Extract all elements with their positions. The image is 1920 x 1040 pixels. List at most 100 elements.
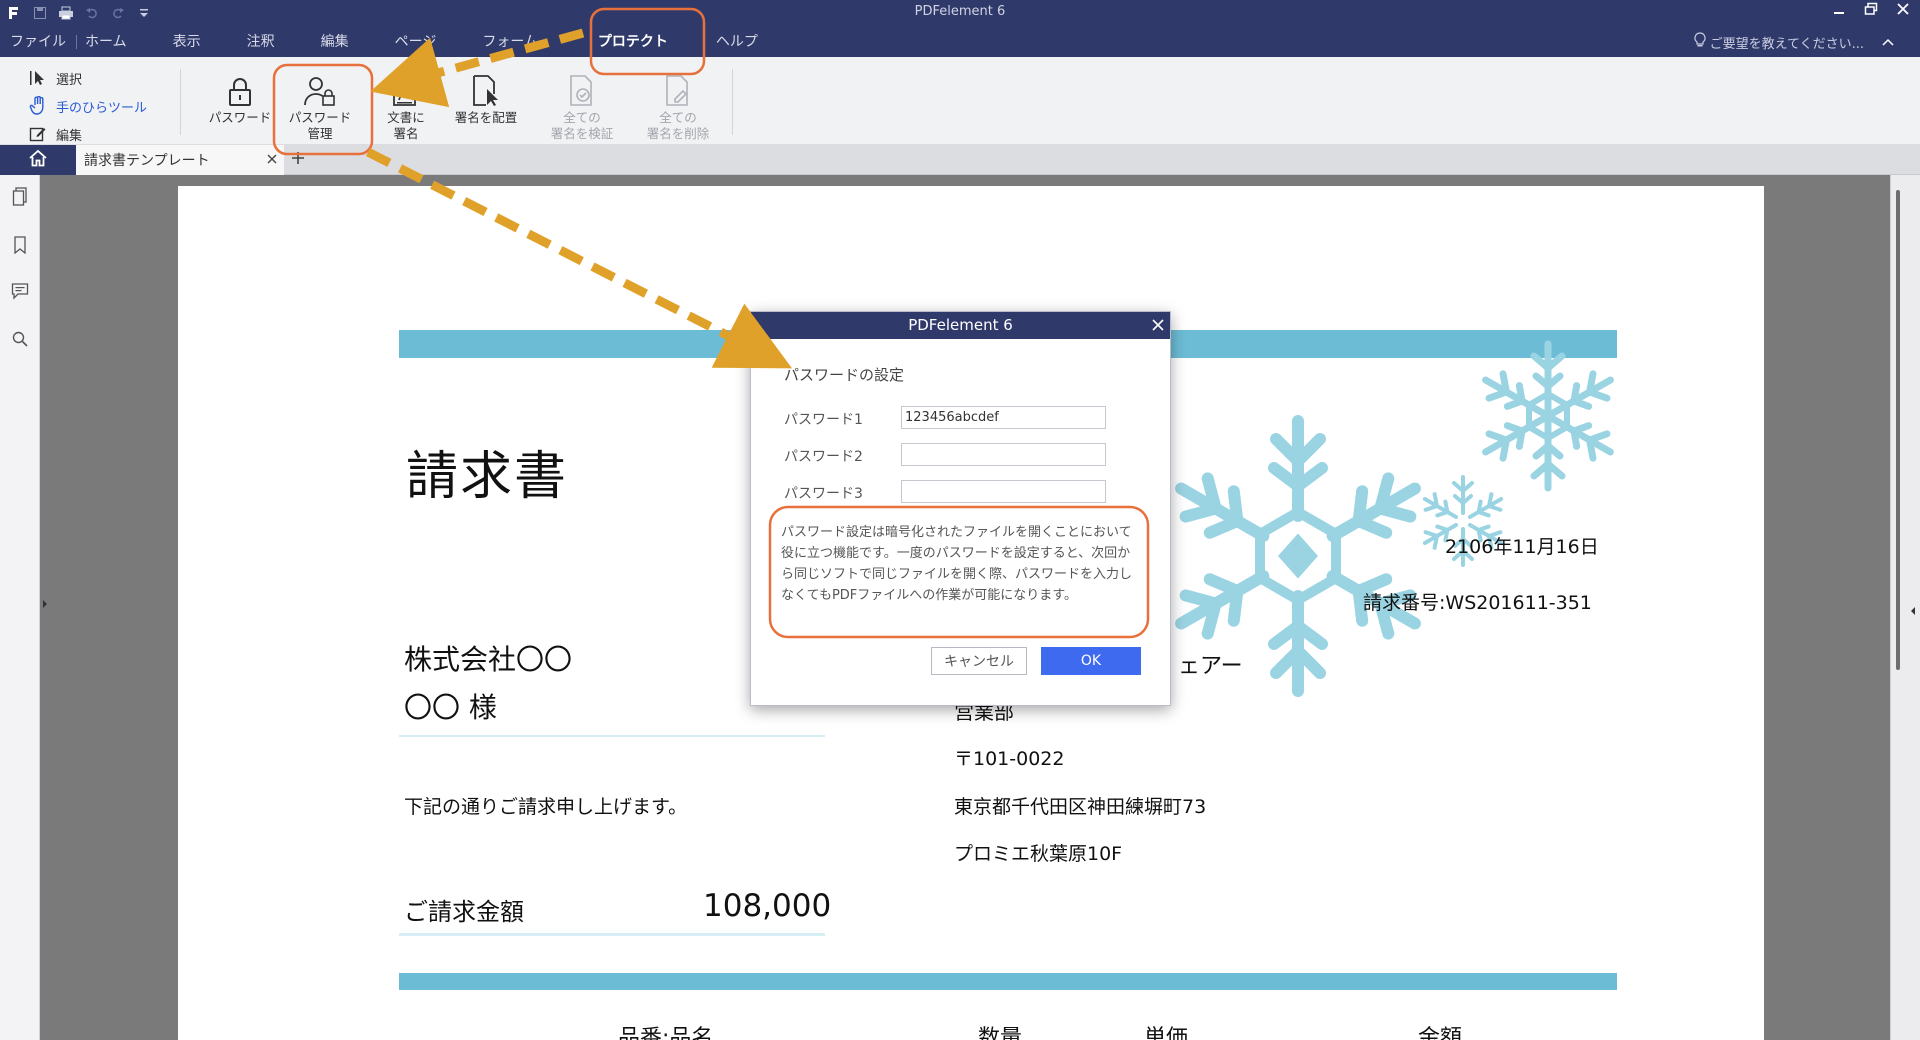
password-button[interactable]: パスワード: [200, 73, 280, 126]
sign-document-icon: [376, 73, 436, 107]
menu-protect[interactable]: プロテクト: [598, 29, 668, 55]
menu-comment[interactable]: 注釈: [247, 29, 275, 55]
column-quantity: 数量: [978, 1026, 1023, 1040]
home-tab[interactable]: [0, 145, 76, 175]
ok-button[interactable]: OK: [1041, 647, 1141, 675]
window-controls: [1830, 2, 1912, 20]
menu-bar: ファイル ホーム 表示 注釈 編集 ページ フォーム プロテクト ヘルプ: [0, 29, 758, 55]
ribbon-separator: [732, 69, 733, 135]
mini-tools: 選択 手のひらツール 編集: [28, 64, 147, 148]
invoice-date: 2106年11月16日: [1445, 536, 1599, 558]
cursor-icon: [28, 68, 48, 88]
document-tab[interactable]: 請求書テンプレート: [76, 145, 284, 175]
edit-icon: [28, 124, 48, 144]
dialog-title: PDFelement 6: [908, 316, 1013, 334]
lock-icon: [200, 73, 280, 107]
close-tab-icon[interactable]: [266, 151, 278, 169]
new-tab-icon[interactable]: [290, 149, 306, 169]
dialog-description: パスワード設定は暗号化されたファイルを開くことにおいて役に立つ機能です。一度のパ…: [781, 525, 1133, 603]
table-header-band: [399, 973, 1617, 990]
home-icon: [28, 149, 48, 171]
password-dialog: PDFelement 6 パスワードの設定 パスワード1 パスワード2 パスワー…: [750, 311, 1171, 706]
menu-file[interactable]: ファイル: [10, 29, 66, 55]
recipient-company: 株式会社〇〇: [404, 643, 573, 676]
left-sidebar: [0, 175, 40, 1040]
select-tool-label: 選択: [56, 72, 83, 88]
search-icon[interactable]: [10, 329, 30, 349]
menu-edit[interactable]: 編集: [321, 29, 349, 55]
dialog-header: PDFelement 6: [751, 312, 1170, 339]
recipient-name: 〇〇 様: [404, 691, 497, 724]
hand-icon: [28, 96, 48, 116]
verify-all-label-1: 全ての: [563, 110, 601, 125]
place-signature-button[interactable]: 署名を配置: [448, 73, 524, 126]
menu-view[interactable]: 表示: [173, 29, 201, 55]
menu-form[interactable]: フォーム: [482, 29, 538, 55]
delete-signature-icon: [636, 73, 720, 107]
minimize-icon[interactable]: [1830, 2, 1848, 20]
password-manage-label-1: パスワード: [288, 110, 352, 125]
column-unit-price: 単価: [1144, 1026, 1189, 1040]
column-item: 品番:品名: [618, 1026, 714, 1040]
collapse-ribbon-icon[interactable]: [1882, 35, 1894, 50]
ribbon-toolbar: 選択 手のひらツール 編集 パスワード パスワード 管理 文書に 署名 署名を配…: [0, 57, 1920, 145]
sign-document-button[interactable]: 文書に 署名: [376, 73, 436, 142]
invoice-number: 請求番号:WS201611-351: [1363, 592, 1592, 614]
invoice-title: 請求書: [406, 447, 569, 507]
sender-address-2: プロミエ秋葉原10F: [954, 843, 1123, 865]
password2-label: パスワード2: [784, 449, 863, 465]
place-signature-label: 署名を配置: [454, 110, 518, 125]
ribbon-separator: [180, 69, 181, 135]
greeting-text: 下記の通りご請求申し上げます。: [404, 796, 688, 818]
comment-panel-icon[interactable]: [10, 281, 30, 301]
feedback-hint[interactable]: ご要望を教えてください...: [1694, 32, 1894, 52]
user-lock-icon: [282, 73, 358, 107]
verify-signature-icon: [542, 73, 622, 107]
restore-icon[interactable]: [1862, 2, 1880, 20]
sign-document-label-2: 署名: [393, 126, 419, 141]
password3-label: パスワード3: [784, 486, 863, 502]
amount-label: ご請求金額: [404, 898, 524, 926]
password1-input[interactable]: [901, 406, 1106, 429]
sender-address-1: 東京都千代田区神田練塀町73: [954, 796, 1207, 818]
window-title: PDFelement 6: [914, 4, 1006, 19]
close-window-icon[interactable]: [1894, 2, 1912, 20]
menu-page[interactable]: ページ: [395, 29, 437, 55]
password-manage-button[interactable]: パスワード 管理: [282, 73, 358, 142]
feedback-hint-text: ご要望を教えてください...: [1709, 36, 1864, 52]
menu-help[interactable]: ヘルプ: [716, 29, 758, 55]
password1-label: パスワード1: [784, 412, 863, 428]
sender-company-fragment: ェアー: [1178, 654, 1243, 679]
sign-document-label-1: 文書に: [387, 110, 425, 125]
recipient-divider: [399, 735, 825, 737]
bookmark-panel-icon[interactable]: [10, 235, 30, 255]
delete-all-label-2: 署名を削除: [646, 126, 710, 141]
select-tool[interactable]: 選択: [28, 64, 147, 92]
collapse-right-panel-icon[interactable]: [1910, 600, 1916, 619]
cancel-button[interactable]: キャンセル: [931, 647, 1027, 675]
menu-home[interactable]: ホーム: [85, 29, 127, 55]
edit-tool-label: 編集: [56, 128, 83, 144]
place-signature-icon: [448, 73, 524, 107]
amount-value: 108,000: [703, 888, 832, 924]
password3-input[interactable]: [901, 480, 1106, 503]
verify-all-label-2: 署名を検証: [550, 126, 614, 141]
column-amount: 金額: [1418, 1026, 1463, 1040]
scrollbar-thumb[interactable]: [1896, 190, 1900, 670]
lightbulb-icon: [1694, 32, 1706, 52]
expand-panel-icon[interactable]: [42, 600, 48, 611]
delete-all-label-1: 全ての: [659, 110, 697, 125]
verify-all-signatures-button[interactable]: 全ての 署名を検証: [542, 73, 622, 142]
password2-input[interactable]: [901, 443, 1106, 466]
title-bar: PDFelement 6 ファイル ホーム 表示 注釈 編集 ページ フォーム …: [0, 0, 1920, 57]
dialog-subtitle: パスワードの設定: [784, 366, 905, 384]
edit-tool[interactable]: 編集: [28, 120, 147, 148]
dialog-close-icon[interactable]: [1152, 312, 1164, 339]
password-button-label: パスワード: [208, 110, 272, 125]
hand-tool-label: 手のひらツール: [56, 100, 148, 116]
hand-tool[interactable]: 手のひらツール: [28, 92, 147, 120]
pages-panel-icon[interactable]: [10, 187, 30, 207]
amount-divider: [399, 933, 825, 936]
menu-separator: [76, 35, 77, 49]
delete-all-signatures-button[interactable]: 全ての 署名を削除: [636, 73, 720, 142]
